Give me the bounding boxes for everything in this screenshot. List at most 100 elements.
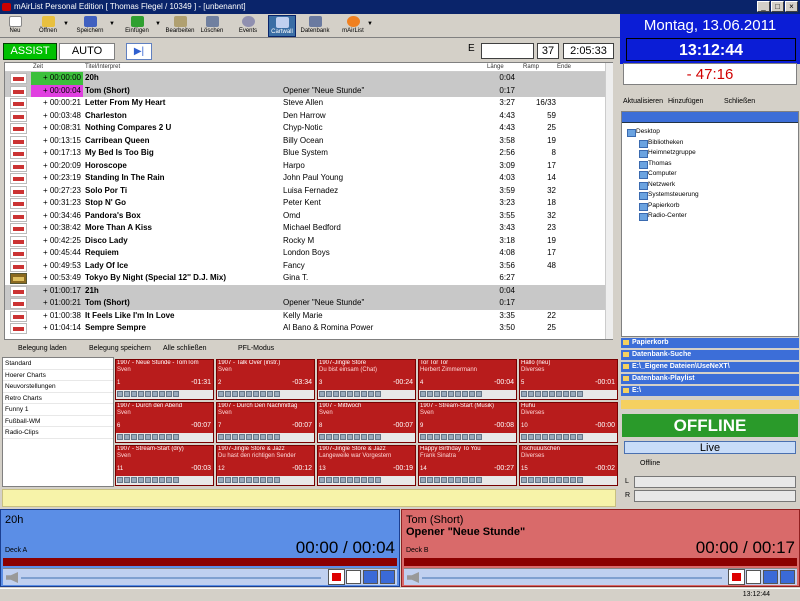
browser-group[interactable]: E:\ (621, 386, 799, 396)
mairlist-button[interactable]: mAirList ▼ (340, 15, 373, 37)
close-button[interactable]: × (785, 1, 798, 12)
cart-control-icon[interactable] (253, 477, 259, 483)
playlist-row[interactable]: + 00:42:25 Disco Lady Rocky M 3:18 19 (5, 235, 612, 248)
cart-control-icon[interactable] (441, 391, 447, 397)
col-ende[interactable]: Ende (557, 64, 571, 70)
cart-set-item[interactable]: Hoerer Charts (3, 370, 113, 381)
cart-control-icon[interactable] (274, 477, 280, 483)
insert-button[interactable]: Einfügen ▼ (120, 15, 161, 37)
cart-control-icon[interactable] (427, 477, 433, 483)
cart-control-icon[interactable] (563, 391, 569, 397)
cart-control-icon[interactable] (441, 477, 447, 483)
cart-control-icon[interactable] (361, 391, 367, 397)
cart-set-list[interactable]: Standard Hoerer Charts Neuvorstellungen Ret… (2, 357, 114, 487)
cart-control-icon[interactable] (528, 477, 534, 483)
cart-control-icon[interactable] (274, 434, 280, 440)
cart-control-icon[interactable] (420, 434, 426, 440)
live-header[interactable]: Live (624, 441, 796, 454)
cart-control-icon[interactable] (570, 477, 576, 483)
cart-control-icon[interactable] (577, 391, 583, 397)
cart-button[interactable]: 1907 - Stream-Start (Musik) Sven 9 -00:08 (418, 402, 517, 443)
cart-control-icon[interactable] (455, 477, 461, 483)
cart-control-icon[interactable] (577, 434, 583, 440)
cart-control-icon[interactable] (166, 477, 172, 483)
cart-button[interactable]: 1907-Jingle Store Du bist einsam (Chat) 3 -… (317, 359, 416, 400)
playlist-row[interactable]: + 00:13:15 Carribean Queen Billy Ocean 3:58… (5, 135, 612, 148)
speaker-icon[interactable] (6, 572, 18, 583)
cart-control-icon[interactable] (131, 477, 137, 483)
cart-control-icon[interactable] (549, 391, 555, 397)
load-assignment-button[interactable]: Belegung laden (18, 342, 67, 356)
cart-control-icon[interactable] (117, 434, 123, 440)
play-next-icon[interactable]: ▶| (126, 43, 152, 60)
playlist-row[interactable]: + 00:00:00 20h 0:04 (5, 72, 612, 85)
cart-control-icon[interactable] (420, 391, 426, 397)
cart-control-icon[interactable] (166, 434, 172, 440)
cart-control-icon[interactable] (131, 434, 137, 440)
cart-control-icon[interactable] (225, 434, 231, 440)
cart-control-icon[interactable] (218, 477, 224, 483)
chevron-down-icon[interactable]: ▼ (63, 21, 69, 28)
playlist[interactable]: Zeit Titel/Interpret Länge Ramp Ende + 0… (4, 62, 613, 340)
cart-control-icon[interactable] (232, 477, 238, 483)
cart-button[interactable]: 1907 - Durch Den Nachmittag Sven 7 -00:07 (216, 402, 315, 443)
chevron-down-icon[interactable]: ▼ (155, 21, 161, 28)
cart-control-icon[interactable] (361, 434, 367, 440)
playlist-row[interactable]: + 00:03:48 Charleston Den Harrow 4:43 59 (5, 110, 612, 123)
close-all-button[interactable]: Alle schließen (163, 342, 207, 356)
cart-control-icon[interactable] (354, 391, 360, 397)
cart-control-icon[interactable] (333, 391, 339, 397)
playlist-row[interactable]: + 00:45:44 Requiem London Boys 4:08 17 (5, 247, 612, 260)
close-browser-button[interactable]: Schließen (724, 98, 755, 105)
cart-control-icon[interactable] (138, 391, 144, 397)
browser-group[interactable]: E:\_Eigene Dateien\UseNeXT\ (621, 362, 799, 372)
cart-control-icon[interactable] (420, 477, 426, 483)
open-button[interactable]: Öffnen ▼ (34, 15, 69, 37)
cart-control-icon[interactable] (455, 434, 461, 440)
playlist-row[interactable]: + 01:00:38 It Feels Like I'm In Love Kelly… (5, 310, 612, 323)
auto-mode-button[interactable]: AUTO (59, 43, 115, 60)
cart-button[interactable]: 1907-Jingle Store & Jazz Du hast den rich… (216, 445, 315, 486)
cart-control-icon[interactable] (225, 477, 231, 483)
cart-control-icon[interactable] (152, 434, 158, 440)
save-button[interactable]: Speichern ▼ (72, 15, 115, 37)
cart-control-icon[interactable] (354, 477, 360, 483)
playlist-row[interactable]: + 00:34:46 Pandora's Box Omd 3:55 32 (5, 210, 612, 223)
cart-control-icon[interactable] (441, 434, 447, 440)
cart-control-icon[interactable] (375, 391, 381, 397)
cart-control-icon[interactable] (333, 434, 339, 440)
cart-control-icon[interactable] (152, 391, 158, 397)
playlist-row[interactable]: + 00:00:21 Letter From My Heart Steve Alle… (5, 97, 612, 110)
cart-control-icon[interactable] (542, 434, 548, 440)
refresh-button[interactable]: Aktualisieren (623, 98, 663, 105)
cart-control-icon[interactable] (232, 391, 238, 397)
cart-control-icon[interactable] (347, 434, 353, 440)
cart-control-icon[interactable] (528, 434, 534, 440)
cart-control-icon[interactable] (225, 391, 231, 397)
cart-control-icon[interactable] (267, 477, 273, 483)
cart-control-icon[interactable] (173, 391, 179, 397)
cart-control-icon[interactable] (521, 477, 527, 483)
cart-control-icon[interactable] (542, 391, 548, 397)
cart-control-icon[interactable] (253, 434, 259, 440)
cart-control-icon[interactable] (260, 477, 266, 483)
deck-b-progress[interactable] (404, 558, 797, 566)
cart-control-icon[interactable] (124, 434, 130, 440)
cart-set-item[interactable]: Funny 1 (3, 404, 113, 416)
cart-control-icon[interactable] (239, 391, 245, 397)
cart-control-icon[interactable] (173, 477, 179, 483)
cart-control-icon[interactable] (549, 434, 555, 440)
cart-control-icon[interactable] (448, 477, 454, 483)
cart-control-icon[interactable] (145, 477, 151, 483)
col-zeit[interactable]: Zeit (33, 64, 43, 70)
database-button[interactable]: Datenbank (298, 15, 332, 37)
cart-button[interactable]: 1907 - Talk Over (instr.) Sven 2 -03:34 (216, 359, 315, 400)
cart-control-icon[interactable] (354, 434, 360, 440)
playlist-row[interactable]: + 00:23:19 Standing In The Rain John Paul … (5, 172, 612, 185)
cart-control-icon[interactable] (455, 391, 461, 397)
playlist-row[interactable]: + 00:20:09 Horoscope Harpo 3:09 17 (5, 160, 612, 173)
playlist-row[interactable]: + 00:27:23 Solo Por Ti Luisa Fernadez 3:59 3… (5, 185, 612, 198)
cart-control-icon[interactable] (145, 434, 151, 440)
cart-control-icon[interactable] (570, 434, 576, 440)
deck-a-progress[interactable] (3, 558, 397, 566)
